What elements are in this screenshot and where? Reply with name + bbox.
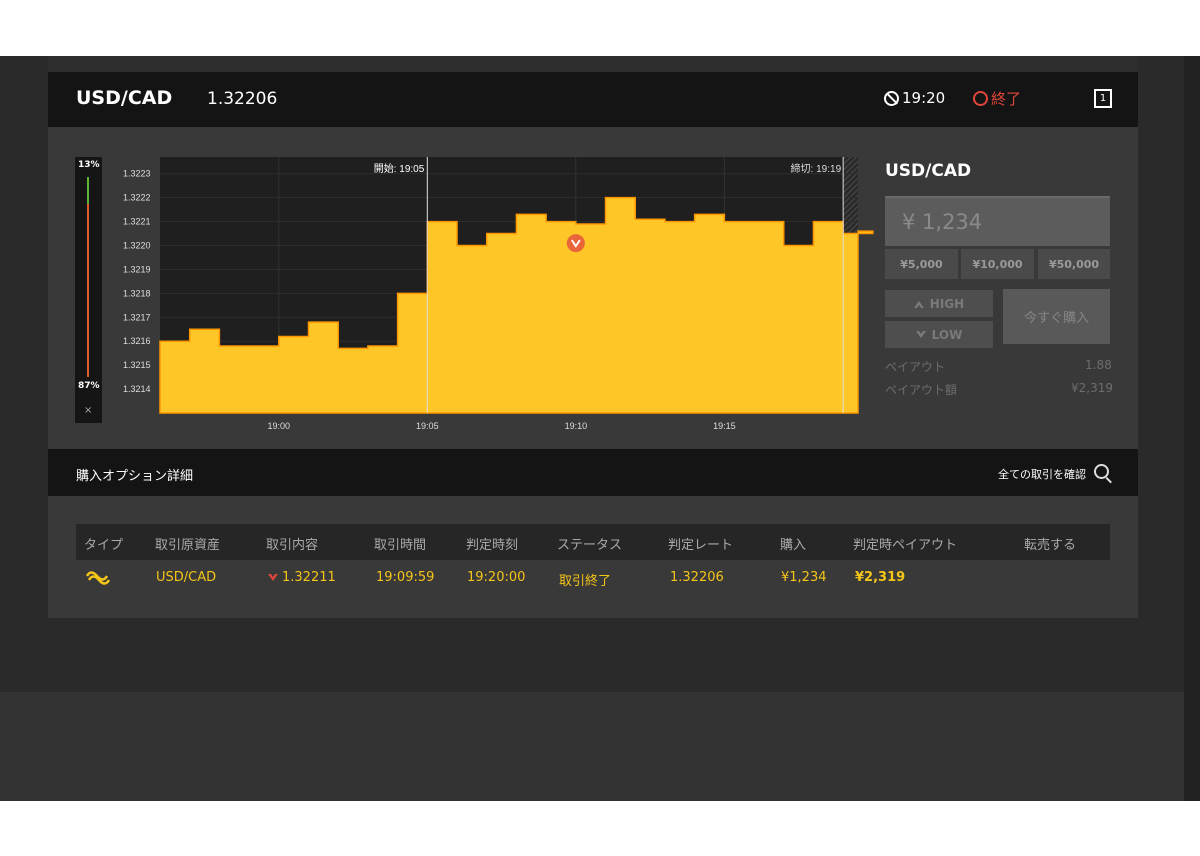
x-tick-label: 19:15: [713, 421, 736, 431]
column-header: タイプ: [84, 538, 124, 553]
trade-expiry: 19:20:00: [467, 570, 526, 585]
scrollbar[interactable]: [1184, 56, 1200, 801]
column-header: 判定レート: [668, 538, 734, 553]
preset-50000-button[interactable]: ¥50,000: [1038, 249, 1110, 279]
x-tick-label: 19:00: [268, 421, 291, 431]
price-chart[interactable]: 1.3223 1.3222 1.3221 1.3220 1.3219 1.3218 1.32…: [123, 157, 874, 437]
trade-purchase: ¥1,234: [781, 570, 827, 585]
preset-5000-button[interactable]: ¥5,000: [885, 249, 958, 279]
sentiment-up-percent: 13%: [78, 160, 100, 170]
y-tick-label: 1.3216: [123, 336, 151, 346]
details-title: 購入オプション詳細: [76, 469, 194, 484]
high-label: HIGH: [929, 296, 965, 311]
amount-value: ¥ 1,234: [902, 210, 983, 234]
column-header: 転売する: [1024, 538, 1077, 553]
footer-area: [0, 692, 1200, 801]
buy-now-button[interactable]: 今すぐ購入: [1003, 289, 1110, 344]
trade-status[interactable]: 終了: [991, 88, 1021, 109]
column-header: 判定時ペイアウト: [853, 538, 958, 553]
y-tick-label: 1.3222: [123, 193, 151, 203]
low-arrow-icon: [915, 330, 926, 338]
y-tick-label: 1.3223: [123, 169, 151, 179]
preset-10000-button[interactable]: ¥10,000: [961, 249, 1034, 279]
trade-marker: [566, 234, 585, 253]
details-header: [48, 449, 1138, 496]
trade-time: 19:09:59: [376, 570, 435, 585]
high-arrow-icon: [913, 300, 924, 308]
y-tick-label: 1.3214: [123, 384, 151, 394]
column-header: ステータス: [557, 538, 623, 553]
current-rate: 1.32206: [207, 89, 278, 109]
payout-amount-label: ペイアウト額: [885, 383, 958, 397]
clock-icon: [884, 91, 899, 106]
column-header: 取引時間: [374, 538, 427, 553]
column-header: 購入: [780, 538, 807, 553]
low-label: LOW: [931, 327, 963, 342]
x-tick-label: 19:05: [416, 421, 439, 431]
y-tick-label: 1.3219: [123, 264, 151, 274]
trade-rate: 1.32206: [670, 570, 724, 585]
panel-top-strip: [48, 56, 1138, 72]
x-tick-label: 19:10: [565, 421, 588, 431]
trade-asset: USD/CAD: [156, 570, 217, 585]
column-header: 取引原資産: [155, 538, 221, 553]
payout-value: 1.88: [1085, 358, 1112, 372]
trade-payout: ¥2,319: [855, 570, 906, 585]
trade-type-icon: [85, 571, 111, 585]
start-label: 開始: 19:05: [374, 162, 425, 175]
all-trades-link[interactable]: 全ての取引を確認: [998, 466, 1086, 482]
column-header: 取引内容: [266, 538, 319, 553]
end-label: 締切: 19:19: [791, 162, 842, 175]
y-tick-label: 1.3218: [123, 288, 151, 298]
search-icon[interactable]: [1094, 464, 1109, 479]
low-button[interactable]: LOW: [885, 321, 993, 348]
expiry-time: 19:20: [902, 89, 946, 107]
sentiment-up-bar: [87, 177, 89, 204]
window-select-icon[interactable]: 1: [1094, 89, 1112, 108]
y-tick-label: 1.3221: [123, 217, 151, 227]
y-tick-label: 1.3217: [123, 312, 151, 322]
order-pair-title: USD/CAD: [885, 161, 972, 181]
payout-amount-value: ¥2,319: [1071, 381, 1113, 395]
sentiment-down-percent: 87%: [78, 381, 100, 391]
trade-content: 1.32211: [282, 570, 336, 585]
high-button[interactable]: HIGH: [885, 290, 993, 317]
asset-pair-title: USD/CAD: [76, 87, 173, 109]
close-icon[interactable]: ×: [84, 405, 92, 416]
column-header: 判定時刻: [466, 538, 519, 553]
payout-label: ペイアウト: [885, 360, 946, 374]
history-icon: [973, 91, 988, 106]
y-tick-label: 1.3215: [123, 360, 151, 370]
low-arrow-icon: [268, 574, 278, 581]
y-tick-label: 1.3220: [123, 241, 151, 251]
trade-status: 取引終了: [559, 574, 612, 589]
sentiment-down-bar: [87, 204, 89, 377]
